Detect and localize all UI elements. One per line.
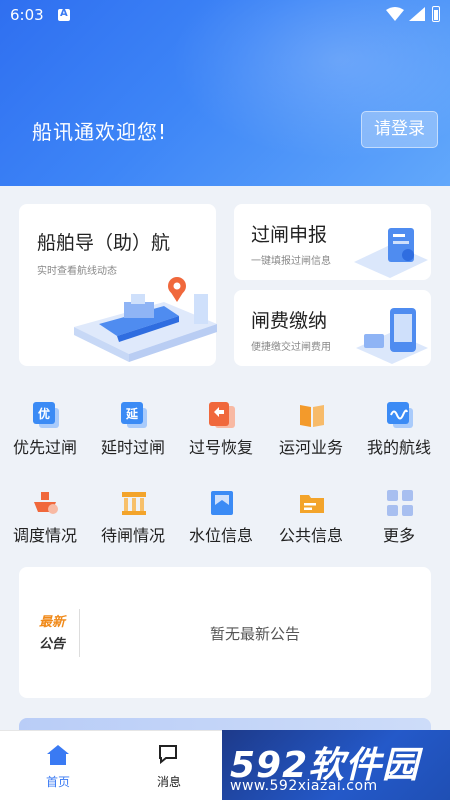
notification-icon <box>58 8 70 21</box>
battery-icon <box>432 6 440 22</box>
status-time: 6:03 <box>10 6 44 24</box>
notice-badge-latest: 最新 <box>39 615 66 630</box>
delay-pass-item[interactable]: 延 延时过闸 <box>88 402 178 472</box>
watermark-logo: 592软件园 www.592xiazai.com <box>222 730 450 800</box>
tab-messages[interactable]: 消息 <box>124 731 214 800</box>
number-restore-item[interactable]: 过号恢复 <box>176 402 266 472</box>
fee-payment-title: 闸费缴纳 <box>251 310 328 332</box>
login-button[interactable]: 请登录 <box>361 111 438 148</box>
notice-badge-announcement: 公告 <box>39 637 66 652</box>
tab-messages-label: 消息 <box>156 775 181 789</box>
dispatch-ship-icon <box>34 492 58 514</box>
fee-payment-subtitle: 便捷缴交过闸费用 <box>251 342 331 353</box>
welcome-text: 船讯通欢迎您! <box>32 120 168 144</box>
document-report-icon <box>354 228 428 278</box>
more-grid-icon <box>387 490 413 516</box>
public-info-item[interactable]: 公共信息 <box>266 490 356 560</box>
priority-icon: 优 <box>33 402 59 428</box>
navigation-card[interactable]: 船舶导（助）航 实时查看航线动态 <box>19 204 217 366</box>
svg-text:延: 延 <box>125 406 139 421</box>
delay-icon: 延 <box>121 402 147 428</box>
wifi-icon <box>386 7 404 21</box>
dispatch-status-label: 调度情况 <box>12 526 77 545</box>
ship-illustration-icon <box>74 277 217 362</box>
notice-panel[interactable]: 最新 公告 暂无最新公告 <box>19 567 431 698</box>
status-bar: 6:03 <box>0 0 450 30</box>
signal-icon <box>409 7 425 21</box>
tab-home[interactable]: 首页 <box>13 731 103 800</box>
tab-home-label: 首页 <box>45 775 70 789</box>
public-info-icon <box>300 495 324 513</box>
priority-pass-label: 优先过闸 <box>12 438 77 457</box>
home-icon <box>47 745 69 765</box>
lock-report-title: 过闸申报 <box>251 224 328 246</box>
canal-business-item[interactable]: 运河业务 <box>266 402 356 472</box>
notice-text: 暂无最新公告 <box>209 625 300 643</box>
more-item[interactable]: 更多 <box>354 490 444 560</box>
delay-pass-label: 延时过闸 <box>100 438 165 457</box>
navigation-card-title: 船舶导（助）航 <box>37 232 171 254</box>
canal-business-label: 运河业务 <box>278 438 343 457</box>
message-icon <box>159 745 177 764</box>
water-level-icon <box>211 491 233 515</box>
lock-report-subtitle: 一键填报过闸信息 <box>251 256 331 267</box>
number-restore-label: 过号恢复 <box>188 438 253 457</box>
fee-payment-card[interactable]: 闸费缴纳 便捷缴交过闸费用 <box>234 290 431 366</box>
svg-text:优: 优 <box>38 406 50 421</box>
my-route-item[interactable]: 我的航线 <box>354 402 444 472</box>
route-icon <box>387 402 413 428</box>
waiting-gate-icon <box>122 492 146 515</box>
water-level-label: 水位信息 <box>188 526 253 545</box>
my-route-label: 我的航线 <box>366 438 431 457</box>
waiting-gate-label: 待闸情况 <box>100 526 165 545</box>
waiting-gate-item[interactable]: 待闸情况 <box>88 490 178 560</box>
header-banner: 6:03 船讯通欢迎您! 请登录 <box>0 0 450 186</box>
water-level-item[interactable]: 水位信息 <box>176 490 266 560</box>
priority-pass-item[interactable]: 优 优先过闸 <box>0 402 90 472</box>
number-restore-icon <box>209 402 235 428</box>
watermark-url: www.592xiazai.com <box>230 778 378 794</box>
dispatch-status-item[interactable]: 调度情况 <box>0 490 90 560</box>
lock-report-card[interactable]: 过闸申报 一键填报过闸信息 <box>234 204 431 280</box>
canal-book-icon <box>300 405 324 427</box>
more-label: 更多 <box>382 526 415 545</box>
public-info-label: 公共信息 <box>278 526 343 545</box>
phone-payment-icon <box>356 308 428 364</box>
